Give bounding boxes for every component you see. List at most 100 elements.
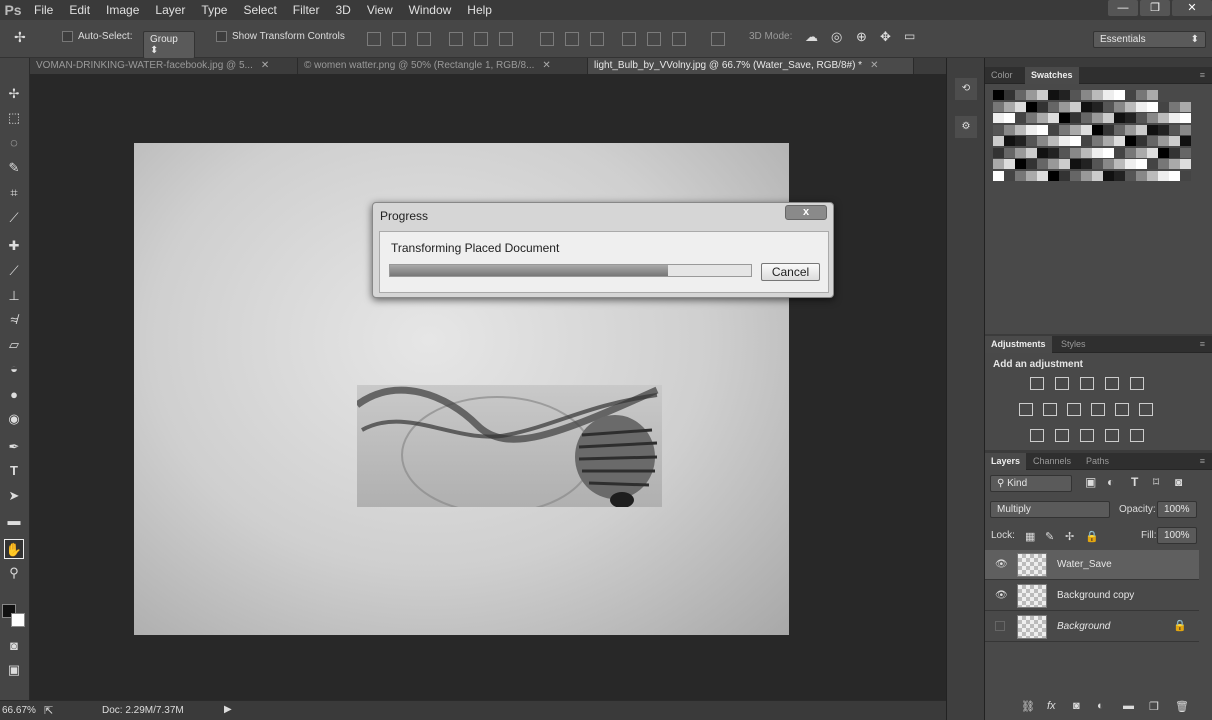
color-swatch[interactable] <box>1158 113 1169 123</box>
color-swatch[interactable] <box>1114 159 1125 169</box>
color-swatch[interactable] <box>1048 147 1059 158</box>
color-swatch[interactable] <box>1114 113 1125 123</box>
color-swatch[interactable] <box>1180 147 1191 158</box>
color-swatch[interactable] <box>993 101 1004 112</box>
lock-position-icon[interactable]: ✢ <box>1065 530 1074 543</box>
color-swatch[interactable] <box>1125 147 1136 158</box>
tab-channels[interactable]: Channels <box>1027 453 1077 470</box>
new-group-icon[interactable]: ▬ <box>1123 700 1134 712</box>
color-swatch[interactable] <box>1037 159 1048 169</box>
color-swatch[interactable] <box>993 90 1004 100</box>
screen-mode-icon[interactable]: ▣ <box>4 660 24 680</box>
menu-view[interactable]: View <box>359 0 401 20</box>
color-swatch[interactable] <box>1147 113 1158 123</box>
color-swatch[interactable] <box>1059 147 1070 158</box>
pen-tool-icon[interactable]: ✒ <box>4 437 24 457</box>
vibrance-icon[interactable] <box>1130 377 1144 390</box>
color-swatch[interactable] <box>993 124 1004 135</box>
layer-style-fx-icon[interactable]: fx <box>1047 700 1056 712</box>
selective-color-icon[interactable] <box>1105 429 1119 442</box>
background-color-swatch[interactable] <box>11 613 25 627</box>
color-swatch[interactable] <box>1081 90 1092 100</box>
color-swatch[interactable] <box>1180 159 1191 169</box>
color-swatch[interactable] <box>1070 136 1081 146</box>
color-swatch[interactable] <box>1169 113 1180 123</box>
color-swatch[interactable] <box>1103 113 1114 123</box>
color-swatch[interactable] <box>1026 136 1037 146</box>
tab-adjustments[interactable]: Adjustments <box>985 336 1052 353</box>
close-tab-icon[interactable]: ✕ <box>870 60 878 71</box>
color-balance-icon[interactable] <box>1043 403 1057 416</box>
color-swatch[interactable] <box>1059 113 1070 123</box>
crop-tool-icon[interactable]: ⌗ <box>4 183 24 203</box>
color-swatch[interactable] <box>1004 101 1015 112</box>
tab-layers[interactable]: Layers <box>985 453 1027 470</box>
move-tool-icon[interactable]: ✢ <box>4 84 24 104</box>
color-swatch[interactable] <box>1114 136 1125 146</box>
color-swatch[interactable] <box>1136 113 1147 123</box>
properties-panel-icon[interactable]: ⚙ <box>955 116 977 138</box>
quick-select-icon[interactable]: ✎ <box>4 158 24 178</box>
color-swatch[interactable] <box>1015 101 1026 112</box>
color-swatch[interactable] <box>1092 113 1103 123</box>
color-swatch[interactable] <box>1114 147 1125 158</box>
color-swatch[interactable] <box>1015 136 1026 146</box>
3d-rotate-icon[interactable]: ☁ <box>805 29 818 45</box>
color-swatch[interactable] <box>1125 101 1136 112</box>
color-swatch[interactable] <box>993 170 1004 181</box>
color-swatch[interactable] <box>993 147 1004 158</box>
color-swatch[interactable] <box>1015 124 1026 135</box>
healing-brush-icon[interactable]: ✚ <box>4 236 24 256</box>
cancel-button[interactable]: Cancel <box>761 263 820 281</box>
color-swatch[interactable] <box>1092 147 1103 158</box>
tab-styles[interactable]: Styles <box>1055 336 1092 353</box>
color-swatch[interactable] <box>1037 136 1048 146</box>
3d-drag-icon[interactable]: ⊕ <box>856 29 867 45</box>
workspace-dropdown[interactable]: Essentials ⬍ <box>1093 31 1206 48</box>
threshold-icon[interactable] <box>1080 429 1094 442</box>
color-swatch[interactable] <box>1158 136 1169 146</box>
opacity-field[interactable]: 100% <box>1157 501 1197 518</box>
distribute-right-icon[interactable] <box>672 32 686 46</box>
filter-adjustment-icon[interactable]: ◐ <box>1107 475 1114 489</box>
paint-bucket-icon[interactable]: ◒ <box>4 359 24 379</box>
color-swatch[interactable] <box>1158 124 1169 135</box>
color-swatch[interactable] <box>1125 159 1136 169</box>
color-swatch[interactable] <box>1092 124 1103 135</box>
color-swatch[interactable] <box>1037 170 1048 181</box>
3d-scale-icon[interactable]: ▭ <box>904 29 915 43</box>
align-bottom-icon[interactable] <box>417 32 431 46</box>
clone-stamp-icon[interactable]: ⊥ <box>4 286 24 306</box>
quick-mask-icon[interactable]: ◙ <box>4 636 24 656</box>
color-swatch[interactable] <box>1081 113 1092 123</box>
rectangle-tool-icon[interactable]: ▬ <box>4 511 24 531</box>
color-swatch[interactable] <box>1180 101 1191 112</box>
3d-roll-icon[interactable]: ◎ <box>831 29 842 45</box>
hue-saturation-icon[interactable] <box>1019 403 1033 416</box>
color-swatch[interactable] <box>1158 147 1169 158</box>
3d-slide-icon[interactable]: ✥ <box>880 29 891 45</box>
color-swatch[interactable] <box>1169 170 1180 181</box>
color-swatch[interactable] <box>1037 101 1048 112</box>
document-tab-active[interactable]: light_Bulb_by_VVolny.jpg @ 66.7% (Water_… <box>588 58 914 74</box>
color-swatch[interactable] <box>1169 136 1180 146</box>
color-swatch[interactable] <box>1004 147 1015 158</box>
type-tool-icon[interactable]: T <box>4 461 24 481</box>
color-swatch[interactable] <box>1103 101 1114 112</box>
color-swatch[interactable] <box>1037 147 1048 158</box>
eyedropper-icon[interactable]: ⟋ <box>4 208 24 228</box>
color-swatch[interactable] <box>1114 90 1125 100</box>
filter-shape-icon[interactable]: ⌑ <box>1153 475 1159 489</box>
color-swatch[interactable] <box>1048 101 1059 112</box>
visibility-toggle-empty[interactable] <box>995 621 1005 631</box>
color-swatch[interactable] <box>1026 113 1037 123</box>
color-swatch[interactable] <box>1037 113 1048 123</box>
gradient-map-icon[interactable] <box>1130 429 1144 442</box>
color-swatch[interactable] <box>1103 124 1114 135</box>
align-hcenter-icon[interactable] <box>474 32 488 46</box>
color-swatch[interactable] <box>1059 136 1070 146</box>
color-lookup-icon[interactable] <box>1139 403 1153 416</box>
color-swatch[interactable] <box>1158 101 1169 112</box>
menu-help[interactable]: Help <box>459 0 500 20</box>
zoom-level[interactable]: 66.67% <box>2 705 36 716</box>
